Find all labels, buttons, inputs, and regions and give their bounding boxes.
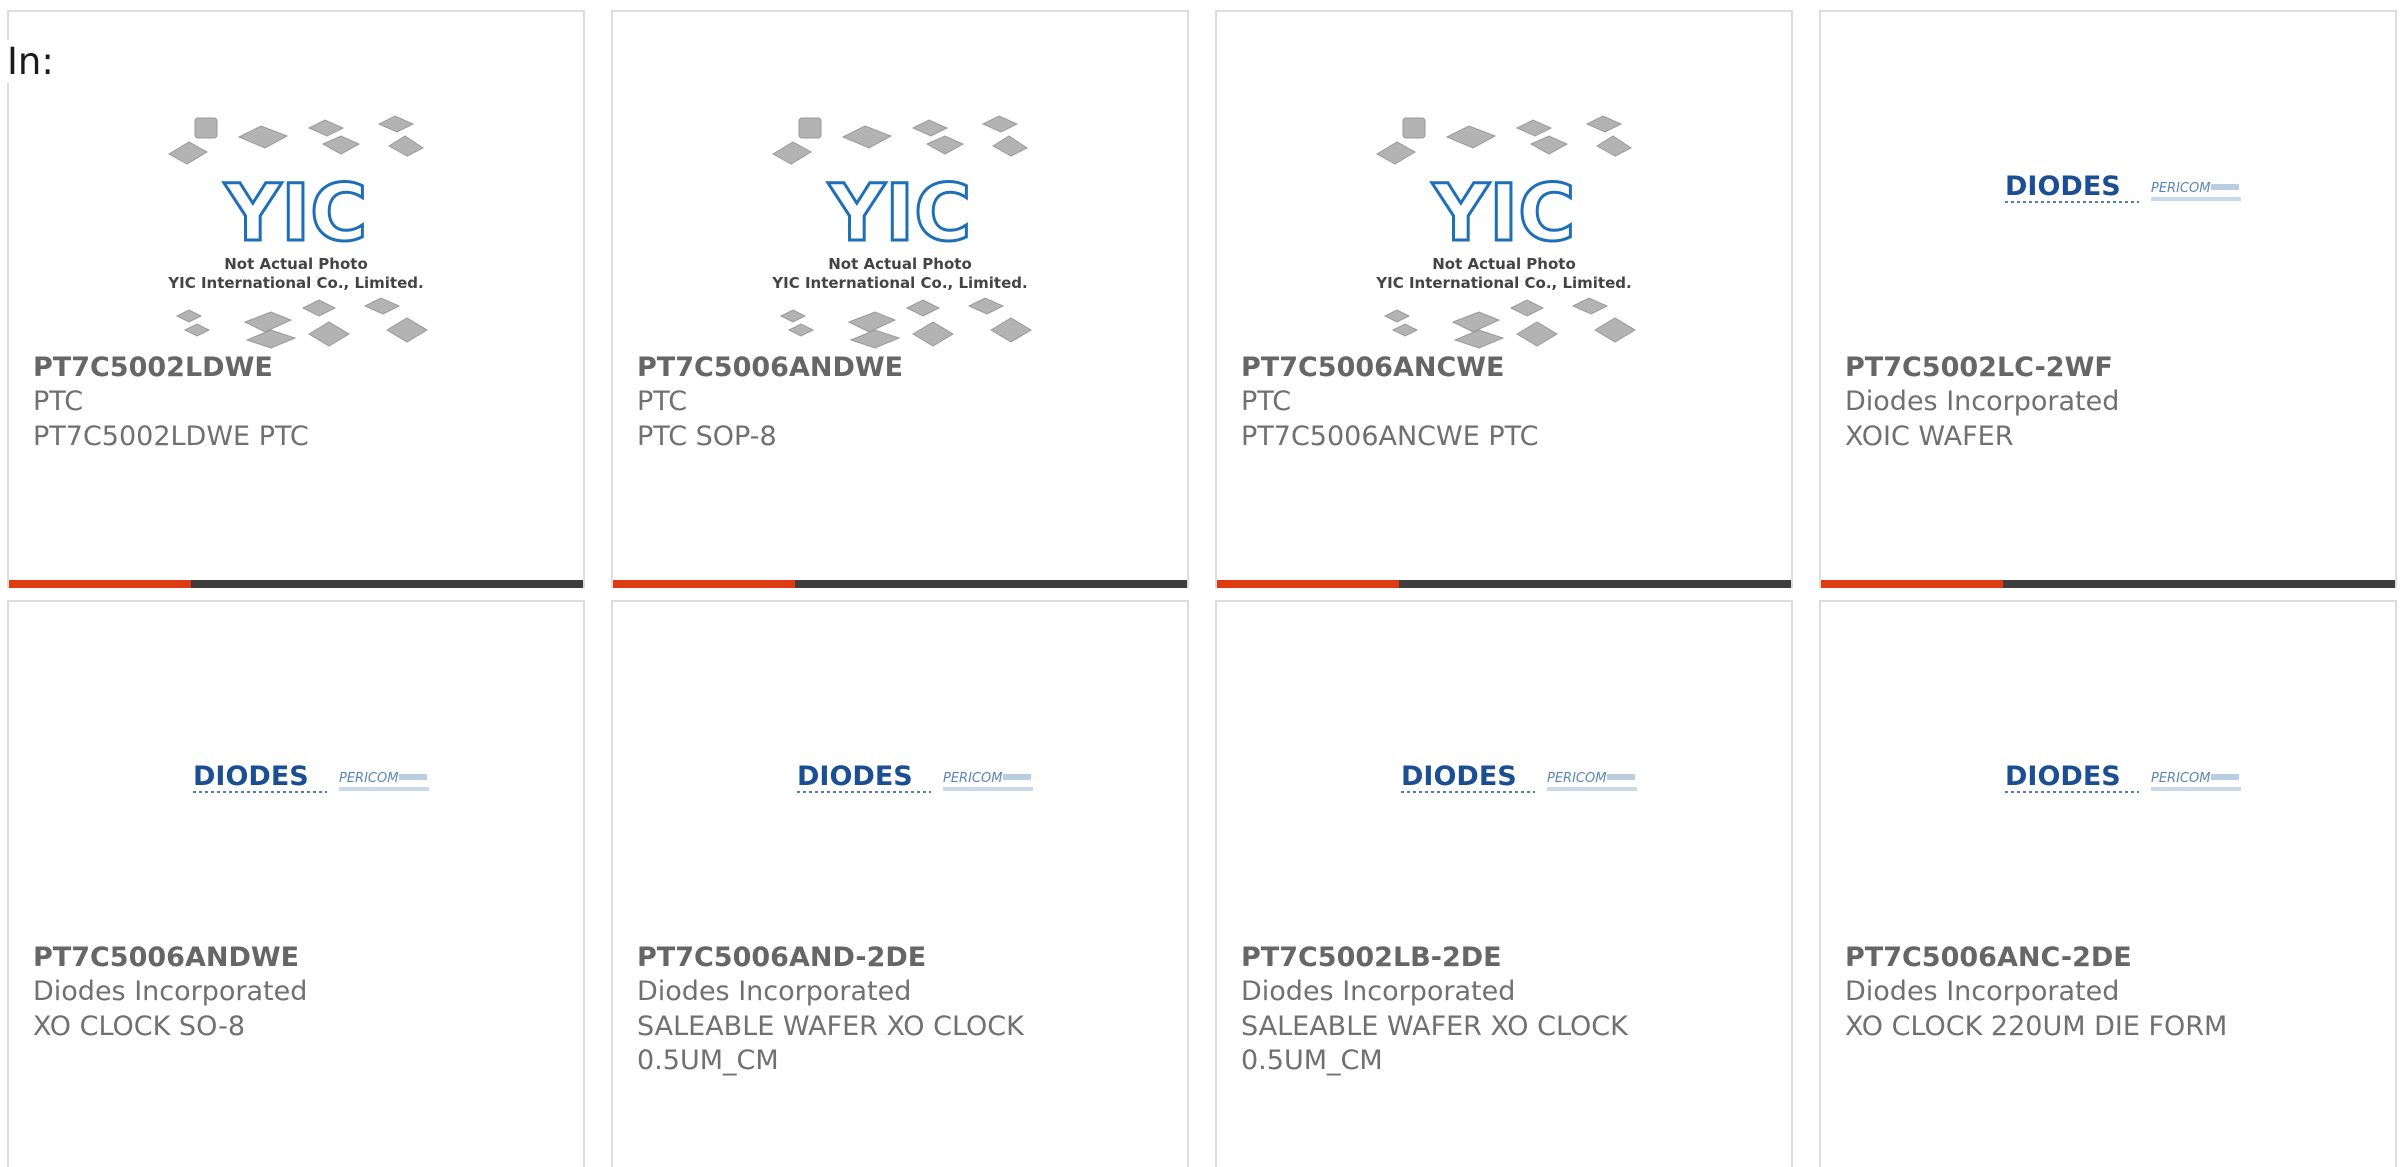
product-manufacturer: Diodes Incorporated: [1845, 386, 2120, 417]
product-manufacturer: PTC: [1241, 386, 1292, 417]
placeholder-photo: YICNot Actual PhotoYIC International Co.…: [771, 115, 1032, 349]
diodes-brand: DIODES: [1401, 761, 1517, 792]
product-manufacturer: Diodes Incorporated: [1845, 976, 2120, 1007]
product-part-number[interactable]: PT7C5006ANDWE: [637, 352, 903, 383]
yic-logo: YIC: [828, 169, 972, 259]
card-bottom-bar: [1821, 580, 2395, 588]
product-part-number[interactable]: PT7C5006ANCWE: [1241, 352, 1505, 383]
product-part-number[interactable]: PT7C5002LB-2DE: [1241, 942, 1502, 973]
product-description: SALEABLE WAFER XO CLOCK 0.5UM_CM: [637, 1011, 1024, 1076]
filter-label: In:: [7, 40, 54, 83]
yic-logo: YIC: [224, 169, 368, 259]
diodes-pericom-logo: DIODES PERICOM: [2005, 171, 2241, 203]
product-photo[interactable]: YIC Not Actual Photo YIC International Co.…: [613, 92, 1187, 362]
product-part-number[interactable]: PT7C5002LDWE: [33, 352, 273, 383]
diodes-brand: DIODES: [2005, 171, 2121, 202]
placeholder-photo: YICNot Actual PhotoYIC International Co.…: [1375, 115, 1636, 349]
product-photo[interactable]: DIODES PERICOM: [1217, 682, 1791, 952]
card-accent-bar: [9, 580, 191, 588]
pericom-brand: PERICOM: [339, 771, 398, 786]
placeholder-line1: Not Actual Photo: [1432, 255, 1576, 273]
product-card[interactable]: DIODES PERICOM PT7C5006ANC-2DE Diodes Incor…: [1819, 600, 2397, 1167]
product-photo[interactable]: YIC Not Actual Photo YIC International Co.…: [1217, 92, 1791, 362]
product-part-number[interactable]: PT7C5006ANC-2DE: [1845, 942, 2132, 973]
placeholder-line2: YIC International Co., Limited.: [167, 274, 423, 292]
card-accent-bar: [613, 580, 795, 588]
yic-logo: YIC: [1432, 169, 1576, 259]
product-part-number[interactable]: PT7C5006AND-2DE: [637, 942, 926, 973]
diodes-pericom-logo: DIODES PERICOM: [1401, 761, 1637, 793]
card-bottom-bar: [1217, 580, 1791, 588]
product-grid-page: In: YIC Not Actual Photo YIC International…: [0, 0, 2400, 1167]
product-description: SALEABLE WAFER XO CLOCK 0.5UM_CM: [1241, 1011, 1628, 1076]
card-accent-bar: [1217, 580, 1399, 588]
placeholder-line1: Not Actual Photo: [224, 255, 368, 273]
diodes-pericom-logo: DIODES PERICOM: [797, 761, 1033, 793]
product-description: XO CLOCK 220UM DIE FORM: [1845, 1011, 2228, 1042]
product-photo[interactable]: YIC Not Actual Photo YIC International Co.…: [9, 92, 583, 362]
product-part-number[interactable]: PT7C5006ANDWE: [33, 942, 299, 973]
product-grid: YIC Not Actual Photo YIC International Co.…: [0, 0, 2400, 1167]
pericom-brand: PERICOM: [2151, 771, 2210, 786]
product-card[interactable]: DIODES PERICOM PT7C5006ANDWE Diodes Incorpo…: [7, 600, 585, 1167]
product-photo[interactable]: DIODES PERICOM: [613, 682, 1187, 952]
product-description: PT7C5002LDWE PTC: [33, 421, 309, 452]
pericom-brand: PERICOM: [1547, 771, 1606, 786]
product-description: PTC SOP-8: [637, 421, 777, 452]
diodes-pericom-logo: DIODES PERICOM: [2005, 761, 2241, 793]
product-photo[interactable]: DIODES PERICOM: [1821, 682, 2395, 952]
placeholder-photo: YICNot Actual PhotoYIC International Co.…: [167, 115, 428, 349]
product-manufacturer: Diodes Incorporated: [33, 976, 308, 1007]
product-manufacturer: PTC: [637, 386, 688, 417]
product-description: XO CLOCK SO-8: [33, 1011, 245, 1042]
product-manufacturer: Diodes Incorporated: [637, 976, 912, 1007]
diodes-brand: DIODES: [797, 761, 913, 792]
card-bottom-bar: [613, 580, 1187, 588]
placeholder-line2: YIC International Co., Limited.: [771, 274, 1027, 292]
product-manufacturer: PTC: [33, 386, 84, 417]
product-photo[interactable]: DIODES PERICOM: [1821, 92, 2395, 362]
pericom-brand: PERICOM: [943, 771, 1002, 786]
pericom-brand: PERICOM: [2151, 181, 2210, 196]
product-manufacturer: Diodes Incorporated: [1241, 976, 1516, 1007]
product-part-number[interactable]: PT7C5002LC-2WF: [1845, 352, 2113, 383]
diodes-pericom-logo: DIODES PERICOM: [193, 761, 429, 793]
product-photo[interactable]: DIODES PERICOM: [9, 682, 583, 952]
product-card[interactable]: YIC Not Actual Photo YIC International Co.…: [1215, 10, 1793, 588]
product-card[interactable]: YIC Not Actual Photo YIC International Co.…: [7, 10, 585, 588]
product-card[interactable]: YIC Not Actual Photo YIC International Co.…: [611, 10, 1189, 588]
diodes-brand: DIODES: [2005, 761, 2121, 792]
product-card[interactable]: DIODES PERICOM PT7C5006AND-2DE Diodes Incor…: [611, 600, 1189, 1167]
product-description: XOIC WAFER: [1845, 421, 2014, 452]
placeholder-line2: YIC International Co., Limited.: [1375, 274, 1631, 292]
product-description: PT7C5006ANCWE PTC: [1241, 421, 1539, 452]
placeholder-line1: Not Actual Photo: [828, 255, 972, 273]
card-bottom-bar: [9, 580, 583, 588]
product-card[interactable]: DIODES PERICOM PT7C5002LC-2WF Diodes Incorp…: [1819, 10, 2397, 588]
product-card[interactable]: DIODES PERICOM PT7C5002LB-2DE Diodes Incorp…: [1215, 600, 1793, 1167]
card-accent-bar: [1821, 580, 2003, 588]
diodes-brand: DIODES: [193, 761, 309, 792]
